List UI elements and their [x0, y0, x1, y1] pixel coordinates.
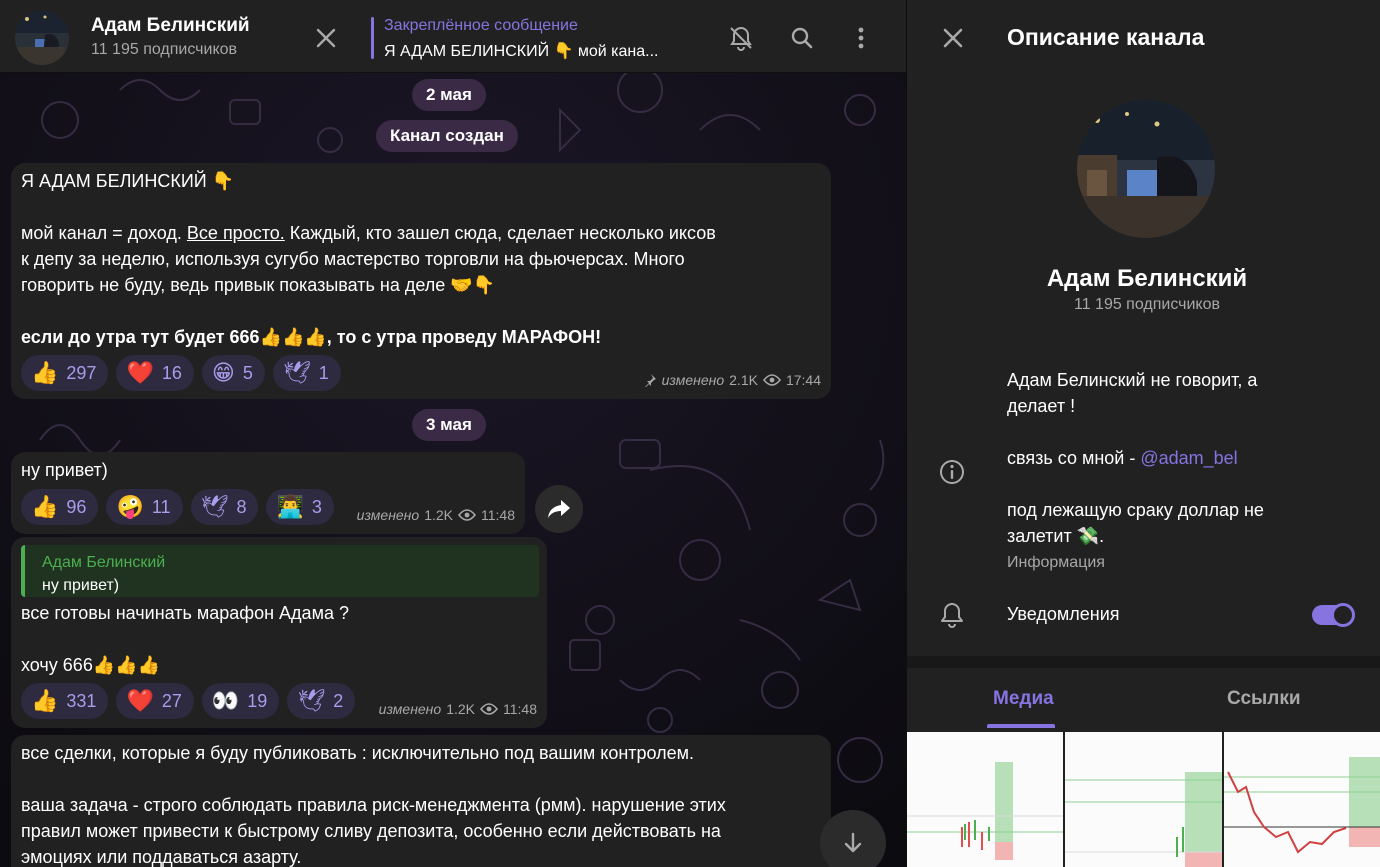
reaction-chip[interactable]: 🤪 11 [106, 489, 183, 525]
eye-icon [480, 703, 498, 715]
channel-avatar-large[interactable] [1077, 100, 1215, 238]
message-bubble[interactable]: все сделки, которые я буду публиковать :… [11, 735, 831, 867]
message-meta: изменено 1.2K 11:48 [357, 502, 515, 528]
chat-area: Адам Белинский 11 195 подписчиков Закреп… [0, 0, 906, 867]
reaction-chip[interactable]: ❤️ 16 [116, 355, 194, 391]
panel-channel-name: Адам Белинский [1046, 265, 1248, 292]
eye-icon [762, 374, 781, 386]
reactions-row: 👍 331 ❤️ 27 👀 19 🕊 2 [21, 683, 356, 719]
media-grid [907, 732, 1380, 867]
message-text: мой канал = доход. Все просто. Каждый, к… [21, 223, 716, 243]
message-text: правил может привести к быстрому сливу д… [21, 821, 721, 841]
message-meta: изменено 2.1K 17:44 [643, 367, 821, 393]
edited-label: изменено [661, 372, 725, 388]
message-text: говорить не буду, ведь привык показывать… [21, 275, 496, 295]
message-text: Я АДАМ БЕЛИНСКИЙ 👇 [21, 171, 235, 191]
forward-button[interactable] [535, 485, 583, 533]
reaction-chip[interactable]: 🕊 1 [272, 355, 341, 391]
active-tab-indicator [987, 724, 1055, 728]
notifications-toggle[interactable] [1312, 603, 1355, 627]
description-line: делает ! [1007, 396, 1076, 416]
reaction-chip[interactable]: 🕊 2 [287, 683, 356, 719]
toggle-knob [1331, 603, 1355, 627]
channel-avatar[interactable] [15, 11, 69, 65]
close-icon[interactable] [314, 26, 338, 50]
message-bubble[interactable]: Адам Белинский ну привет) все готовы нач… [11, 537, 547, 728]
section-divider [907, 656, 1380, 668]
contact-link[interactable]: @adam_bel [1140, 448, 1237, 468]
subscriber-count: 11 195 подписчиков [91, 41, 238, 58]
edited-label: изменено [378, 701, 442, 717]
reaction-chip[interactable]: 👨‍💻 3 [266, 489, 334, 525]
message-text: ну привет) [21, 460, 108, 480]
message-text: эмоциях или поддаваться азарту. [21, 847, 302, 867]
close-icon[interactable] [941, 26, 965, 50]
channel-name[interactable]: Адам Белинский [91, 15, 250, 37]
view-count: 1.2K [446, 701, 475, 717]
reaction-chip[interactable]: 👀 19 [201, 683, 280, 719]
channel-created-notice: Канал создан [376, 120, 518, 152]
reaction-chip[interactable]: 😁 5 [201, 355, 265, 391]
message-time: 17:44 [785, 372, 821, 388]
description-line: залетит 💸. [1007, 526, 1105, 546]
message-text: ваша задача - строго соблюдать правила р… [21, 795, 726, 815]
view-count: 1.2K [424, 507, 453, 523]
media-thumbnail[interactable] [907, 732, 1064, 867]
panel-title: Описание канала [1007, 24, 1205, 50]
message-text: если до утра тут будет 666👍👍👍, то с утра… [21, 327, 602, 347]
scroll-down-button[interactable] [820, 810, 886, 867]
tab-media[interactable]: Медиа [993, 688, 1054, 710]
date-separator: 2 мая [412, 79, 486, 111]
reactions-row: 👍 297 ❤️ 16 😁 5 🕊 1 [21, 355, 341, 391]
reply-text: ну привет) [42, 577, 120, 594]
info-icon [940, 460, 964, 484]
reaction-chip[interactable]: 👍 297 [21, 355, 109, 391]
reaction-chip[interactable]: 👍 96 [21, 489, 99, 525]
message-meta: изменено 1.2K 11:48 [379, 696, 537, 722]
message-text: все готовы начинать марафон Адама ? [21, 603, 349, 623]
pin-icon [644, 374, 656, 387]
more-icon[interactable] [848, 25, 874, 51]
chat-header: Адам Белинский 11 195 подписчиков Закреп… [0, 0, 906, 73]
panel-subscriber-count: 11 195 подписчиков [1073, 296, 1220, 313]
media-thumbnail[interactable] [1223, 732, 1380, 867]
info-label: Информация [1007, 554, 1105, 571]
message-text: все сделки, которые я буду публиковать :… [21, 743, 695, 763]
eye-icon [458, 509, 476, 521]
message-bubble[interactable]: ну привет) 👍 96 🤪 11 🕊 8 👨‍💻 3 изменено 1.2K… [11, 452, 525, 534]
message-text: к депу за неделю, используя сугубо масте… [21, 249, 685, 269]
message-time: 11:48 [481, 507, 515, 523]
view-count: 2.1K [729, 372, 758, 388]
message-link[interactable]: Все просто. [187, 223, 285, 243]
reaction-chip[interactable]: 👍 331 [21, 683, 109, 719]
notifications-label[interactable]: Уведомления [1007, 604, 1120, 625]
media-thumbnail[interactable] [1065, 732, 1222, 867]
date-separator: 3 мая [412, 409, 486, 441]
reaction-chip[interactable]: 🕊 8 [190, 489, 259, 525]
mute-icon[interactable] [728, 25, 754, 51]
forward-icon [548, 500, 570, 518]
message-bubble[interactable]: Я АДАМ БЕЛИНСКИЙ 👇 мой канал = доход. Вс… [11, 163, 831, 399]
search-icon[interactable] [789, 25, 815, 51]
channel-description: Адам Белинский не говорит, а делает ! св… [1007, 367, 1264, 549]
description-line: Адам Белинский не говорит, а [1007, 370, 1258, 390]
pinned-indicator [371, 17, 374, 59]
description-line: связь со мной - @adam_bel [1007, 448, 1238, 468]
arrow-down-icon [844, 832, 862, 853]
reaction-chip[interactable]: ❤️ 27 [116, 683, 194, 719]
message-text: хочу 666👍👍👍 [21, 655, 161, 675]
reply-preview[interactable]: Адам Белинский ну привет) [21, 545, 539, 597]
edited-label: изменено [356, 507, 420, 523]
channel-info-panel: Описание канала Адам Белинский 11 195 по… [907, 0, 1380, 867]
pinned-title[interactable]: Закреплённое сообщение [384, 17, 578, 35]
bell-icon [941, 603, 963, 628]
description-line: под лежащую сраку доллар не [1007, 500, 1264, 520]
reactions-row: 👍 96 🤪 11 🕊 8 👨‍💻 3 [21, 489, 334, 525]
pinned-text[interactable]: Я АДАМ БЕЛИНСКИЙ 👇 мой кана... [384, 41, 659, 61]
message-time: 11:48 [503, 701, 537, 717]
tab-links[interactable]: Ссылки [1227, 688, 1301, 710]
